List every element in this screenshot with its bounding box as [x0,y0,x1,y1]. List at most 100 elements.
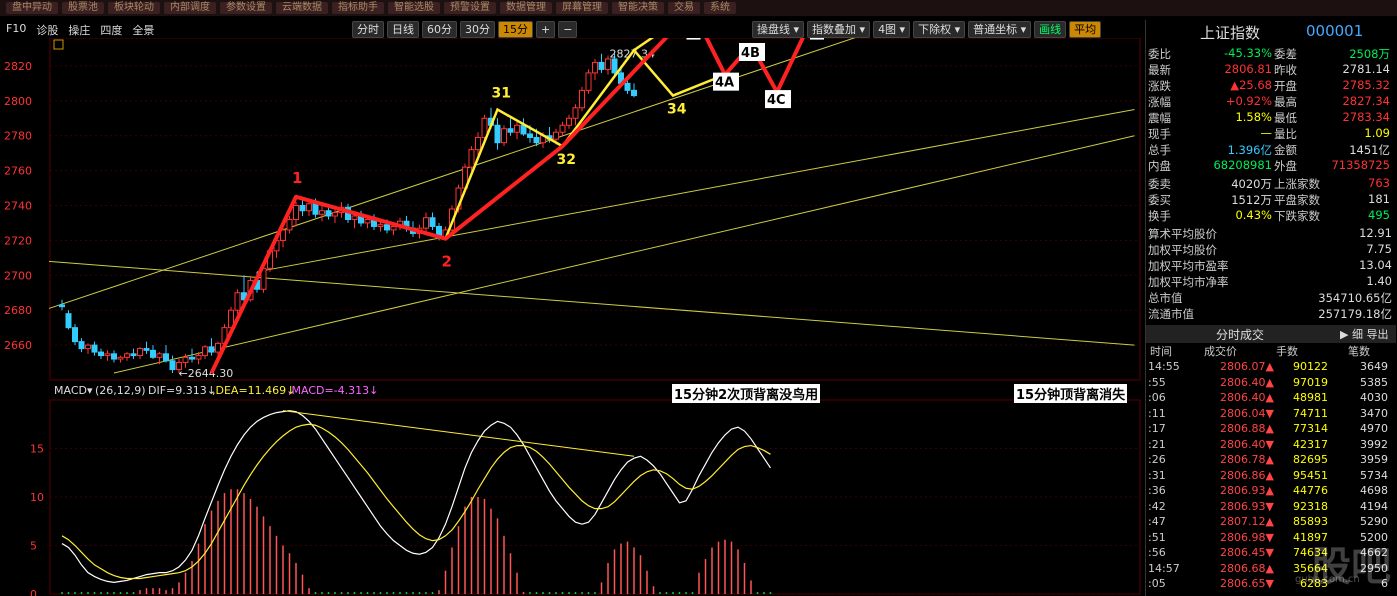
macd-dif-label: DIF=9.313↓ [148,384,216,397]
trade-time: :17 [1148,422,1166,435]
candle-body [572,107,579,119]
trade-price: 2806.40▲ [1220,391,1274,404]
y-tick-label: 2760 [4,165,32,178]
menu-item[interactable]: 参数设置 [220,2,272,14]
trade-count: 5385 [1360,375,1388,389]
menu-item[interactable]: 预警设置 [444,2,496,14]
quote-label: 下跌家数 [1274,209,1320,223]
quote-label: 总手 [1148,143,1171,157]
stat-label: 算术平均股价 [1148,227,1217,241]
trade-price: 2806.04▼ [1220,406,1274,420]
candle-body [91,344,98,353]
trade-column-headers: 时间 成交价 手数 笔数 [1146,343,1396,358]
quote-value: 1.09 [1364,126,1390,140]
quote-label: 平盘家数 [1274,193,1320,207]
trade-detail-button[interactable]: ▶ 细 导出 [1340,326,1388,342]
quote-label: 昨收 [1274,63,1297,77]
macd-dea-label: ,DEA=11.469↓ [212,384,295,397]
trade-row: :47 2807.12▲ 85893 5290 [1146,515,1392,531]
menu-item[interactable]: 指标助手 [332,2,384,14]
trade-price: 2806.45▼ [1220,546,1274,559]
candle-body [104,353,111,357]
toolbar-dropdown[interactable]: 指数叠加 ▾ [807,21,871,38]
toolbar-dropdown[interactable]: 下除权 ▾ [913,21,966,38]
trade-price: 2806.93▲ [1220,484,1274,497]
wave-label-red: 3 [690,38,700,40]
quote-row: 委比 -45.33% 委差 2508万 [1148,46,1392,62]
stat-value: 1.40 [1366,274,1392,288]
y-tick-label: 2700 [4,269,32,282]
toolbar-dropdown[interactable]: 操盘线 ▾ [752,21,805,38]
candle-body [286,218,293,231]
trade-qty: 82695 [1293,453,1328,466]
menu-item[interactable]: 板块轮动 [108,2,160,14]
toolbar-dropdown[interactable]: 4图 ▾ [873,21,911,38]
candle-body [566,117,572,126]
candle-body [553,131,559,140]
candle-body [150,349,156,358]
stat-row: 加权平均市盈率 13.04 [1148,258,1392,274]
toolbar-left-links: F10 诊股 操庄 四度 全景 [6,22,154,38]
toolbar-link[interactable]: 全景 [132,22,154,38]
menu-item[interactable]: 交易 [668,2,700,14]
toolbar-link[interactable]: 四度 [100,22,122,38]
candle-body [65,313,72,329]
trade-qty: 97019 [1293,375,1328,389]
trade-row: :11 2806.04▼ 74711 3470 [1146,407,1392,423]
menu-item[interactable]: 盘中异动 [6,2,58,14]
toolbar-link[interactable]: F10 [6,22,26,38]
period-button[interactable]: 30分 [460,21,495,38]
trade-row: :26 2806.78▲ 82695 3959 [1146,453,1392,469]
trade-time: :21 [1148,437,1166,451]
period-button[interactable]: 60分 [422,21,457,38]
menu-item[interactable]: 股票池 [62,2,104,14]
quote-value: — [1260,126,1273,140]
stat-row: 流通市值 257179.18亿 [1148,306,1392,322]
trade-row: :17 2806.88▲ 77314 4970 [1146,422,1392,438]
trade-col-header: 手数 [1276,345,1298,358]
menu-item[interactable]: 智能选股 [388,2,440,14]
wave-label-red: 4A [715,76,734,91]
trade-count: 3649 [1360,360,1388,373]
quote-value: -45.33% [1224,46,1272,60]
draw-line-button[interactable]: 画线 [1034,21,1067,38]
zoom-out-button[interactable]: − [558,21,578,38]
candle-body [72,327,78,343]
stat-label: 总市值 [1148,291,1183,305]
quote-label: 委差 [1274,47,1297,61]
trade-time: :55 [1148,375,1166,389]
quote-value: 68208981 [1213,158,1272,172]
candle-body [585,72,592,91]
menu-item[interactable]: 数据管理 [500,2,552,14]
period-button[interactable]: 15分 [498,21,533,38]
y-tick-label: 2800 [4,95,32,108]
trade-qty: 44776 [1293,484,1328,497]
candle-body [111,353,117,360]
zoom-in-button[interactable]: + [536,21,556,38]
quote-label: 换手 [1148,209,1171,223]
trade-col-header: 笔数 [1348,345,1370,358]
trade-count: 4030 [1360,391,1388,404]
period-button[interactable]: 日线 [387,21,419,38]
trade-count: 3992 [1360,437,1388,451]
menu-item[interactable]: 系统 [704,2,736,14]
period-button[interactable]: 分时 [352,21,384,38]
menu-item[interactable]: 内部调度 [164,2,216,14]
trade-price: 2807.12▲ [1220,515,1274,528]
toolbar-dropdown[interactable]: 普通坐标 ▾ [968,21,1032,38]
stat-label: 加权平均市净率 [1148,275,1229,289]
stat-row: 加权平均股价 7.75 [1148,242,1392,258]
candle-body [306,203,312,212]
candle-body [156,353,163,358]
toolbar-link[interactable]: 诊股 [36,22,58,38]
flat-button[interactable]: 平均 [1069,21,1102,38]
candle-body [598,61,605,70]
macd-name: MACD▾ [54,384,93,397]
menu-item[interactable]: 智能决策 [612,2,664,14]
index-name: 上证指数 [1200,24,1261,42]
toolbar-link[interactable]: 操庄 [68,22,90,38]
menu-item[interactable]: 屏幕管理 [556,2,608,14]
quote-value: 763 [1368,176,1390,190]
menu-item[interactable]: 云端数据 [276,2,328,14]
quote-value: 495 [1368,208,1390,222]
